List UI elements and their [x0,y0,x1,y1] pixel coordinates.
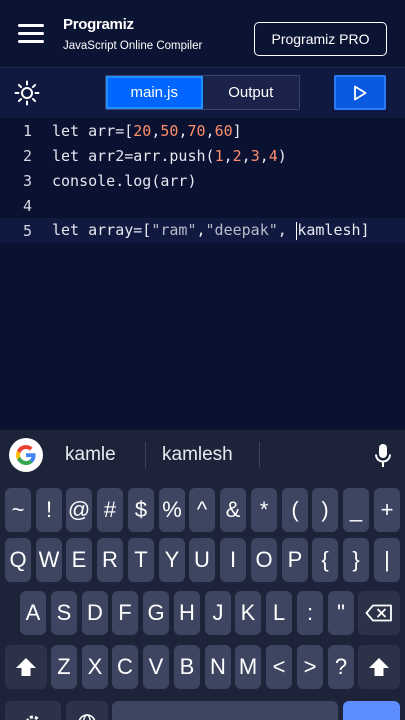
programiz-pro-button[interactable]: Programiz PRO [254,22,387,56]
key[interactable]: V [143,645,169,689]
code-line[interactable]: 2 let arr2=arr.push(1,2,3,4) [0,143,405,168]
brand[interactable]: Programiz JavaScript Online Compiler [63,16,202,52]
key[interactable]: ^ [189,488,215,532]
brand-logo: Programiz [63,16,134,33]
key[interactable]: B [174,645,200,689]
key[interactable]: @ [66,488,92,532]
code-line-active[interactable]: 5 let array=["ram","deepak", kamlesh] [0,218,405,243]
key[interactable]: D [82,591,108,635]
key[interactable]: J [205,591,231,635]
key[interactable]: } [343,538,369,582]
tab-main-js[interactable]: main.js [106,76,203,109]
google-icon[interactable] [9,438,43,472]
suggestion-divider [145,442,146,468]
suggestion-1[interactable]: kamle [65,444,116,466]
line-number: 5 [22,221,32,240]
key[interactable]: F [112,591,138,635]
key[interactable]: L [266,591,292,635]
key[interactable]: ! [36,488,62,532]
key[interactable]: I [220,538,246,582]
line-number: 1 [22,121,32,140]
backspace-icon [365,604,392,622]
soft-keyboard: ~ ! @ # $ % ^ & * ( ) _ + Q W E R T Y U … [0,480,405,720]
key[interactable]: M [235,645,261,689]
key[interactable]: O [251,538,277,582]
key[interactable]: _ [343,488,369,532]
play-icon [354,85,367,100]
key[interactable]: G [143,591,169,635]
key[interactable]: X [82,645,108,689]
microphone-icon[interactable] [374,443,392,469]
key[interactable]: ? [328,645,354,689]
tab-output[interactable]: Output [202,76,299,109]
key[interactable]: ) [312,488,338,532]
key[interactable]: ~ [5,488,31,532]
enter-key[interactable] [343,701,400,720]
key[interactable]: # [97,488,123,532]
shift-key-left[interactable] [5,645,47,689]
key[interactable]: | [374,538,400,582]
key[interactable]: { [312,538,338,582]
language-key[interactable] [66,701,108,720]
shift-key-right[interactable] [358,645,400,689]
file-tabs: main.js Output [105,75,300,110]
code-text: console.log(arr) [52,171,197,190]
key[interactable]: & [220,488,246,532]
key[interactable]: + [374,488,400,532]
hamburger-menu-icon[interactable] [18,24,44,44]
code-text: let arr2=arr.push(1,2,3,4) [52,146,287,165]
key[interactable]: K [235,591,261,635]
key[interactable]: < [266,645,292,689]
key[interactable]: > [297,645,323,689]
suggestion-divider [259,442,260,468]
line-number: 4 [22,196,32,215]
line-number: 2 [22,146,32,165]
globe-icon [78,714,96,720]
backspace-key[interactable] [358,591,400,635]
code-text: let array=["ram","deepak", kamlesh] [52,221,370,240]
gear-icon [26,715,40,720]
shift-icon [16,658,36,676]
editor-toolbar: main.js Output [0,68,405,118]
key[interactable]: N [205,645,231,689]
key[interactable]: R [97,538,123,582]
code-editor[interactable]: 1 let arr=[20,50,70,60] 2 let arr2=arr.p… [0,118,405,430]
run-button[interactable] [334,75,386,110]
key[interactable]: C [112,645,138,689]
settings-key[interactable] [5,701,61,720]
key[interactable]: ( [282,488,308,532]
key[interactable]: : [297,591,323,635]
shift-icon [369,658,389,676]
key[interactable]: " [328,591,354,635]
space-key[interactable] [112,701,338,720]
code-line[interactable]: 4 [0,193,405,218]
key[interactable]: T [128,538,154,582]
line-number: 3 [22,171,32,190]
key[interactable]: W [36,538,62,582]
sun-icon[interactable] [14,80,40,106]
code-text: let arr=[20,50,70,60] [52,121,242,140]
suggestion-2[interactable]: kamlesh [162,444,233,466]
code-line[interactable]: 1 let arr=[20,50,70,60] [0,118,405,143]
app-header: Programiz JavaScript Online Compiler Pro… [0,0,405,68]
key[interactable]: A [20,591,46,635]
key[interactable]: S [51,591,77,635]
key[interactable]: Q [5,538,31,582]
key[interactable]: * [251,488,277,532]
key[interactable]: $ [128,488,154,532]
code-line[interactable]: 3 console.log(arr) [0,168,405,193]
key[interactable]: H [174,591,200,635]
brand-subtitle: JavaScript Online Compiler [63,40,203,52]
key[interactable]: % [159,488,185,532]
key[interactable]: U [189,538,215,582]
key[interactable]: P [282,538,308,582]
key[interactable]: E [66,538,92,582]
text-caret [295,221,298,240]
suggestion-strip: kamle kamlesh [0,430,405,480]
key[interactable]: Z [51,645,77,689]
key[interactable]: Y [159,538,185,582]
